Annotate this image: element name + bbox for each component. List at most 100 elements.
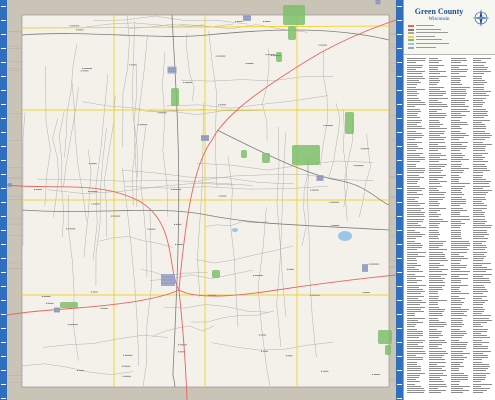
feature-marker xyxy=(309,294,311,296)
index-entry xyxy=(473,152,488,154)
index-entry xyxy=(451,154,466,156)
index-entry xyxy=(451,240,470,242)
index-entry xyxy=(473,262,491,264)
index-entry xyxy=(473,337,490,339)
feature-label xyxy=(124,375,132,377)
index-entry xyxy=(473,117,484,119)
index-entry xyxy=(407,75,423,77)
index-entry xyxy=(429,231,440,233)
index-entry xyxy=(473,328,488,330)
index-entry xyxy=(407,218,424,220)
scale-tick xyxy=(1,314,6,315)
index-entry xyxy=(473,317,489,319)
index-entry xyxy=(429,117,446,119)
index-entry xyxy=(407,326,416,328)
index-entry xyxy=(473,102,485,103)
index-entry xyxy=(429,176,443,178)
index-entry xyxy=(429,293,439,295)
index-entry xyxy=(429,60,443,62)
feature-label xyxy=(179,351,186,353)
legend-row xyxy=(408,28,468,31)
index-entry xyxy=(451,128,463,130)
index-entry xyxy=(473,355,488,356)
wall-map-screenshot: Green County Wisconsin xyxy=(0,0,495,400)
index-entry xyxy=(407,348,424,350)
index-entry xyxy=(451,209,467,211)
index-entry xyxy=(451,392,464,394)
feature-marker xyxy=(170,189,172,191)
index-entry xyxy=(407,172,425,174)
legend-panel: Green County Wisconsin xyxy=(403,0,495,400)
index-entry xyxy=(407,240,416,242)
index-entry xyxy=(473,201,483,202)
index-entry xyxy=(473,357,489,359)
index-entry xyxy=(429,374,447,376)
index-entry xyxy=(429,267,440,268)
index-entry xyxy=(407,236,423,238)
index-column xyxy=(473,58,493,396)
index-entry xyxy=(451,60,468,62)
index-entry xyxy=(407,80,419,81)
index-entry xyxy=(429,75,448,77)
index-entry xyxy=(451,236,462,238)
park-area xyxy=(378,330,392,344)
scale-tick xyxy=(1,272,6,273)
index-entry xyxy=(473,161,489,163)
index-entry xyxy=(451,379,468,381)
index-entry xyxy=(473,58,492,59)
index-entry xyxy=(429,168,442,169)
scale-tick xyxy=(397,286,402,287)
scale-tick xyxy=(1,384,6,385)
index-entry xyxy=(429,146,446,147)
index-entry xyxy=(407,328,417,330)
feature-marker xyxy=(69,25,71,27)
index-entry xyxy=(473,359,483,361)
index-entry xyxy=(407,216,425,218)
index-entry xyxy=(429,363,438,365)
feature-marker xyxy=(75,29,77,31)
index-entry xyxy=(473,366,491,367)
index-entry xyxy=(451,168,469,169)
index-entry xyxy=(473,141,483,143)
index-entry xyxy=(407,148,423,150)
index-entry xyxy=(451,315,468,317)
index-entry xyxy=(429,88,440,90)
index-entry xyxy=(451,172,464,174)
feature-marker xyxy=(218,195,220,197)
index-entry xyxy=(429,137,446,139)
index-entry xyxy=(407,66,423,68)
feature-label xyxy=(78,370,85,371)
index-entry xyxy=(451,260,462,262)
scale-tick xyxy=(1,174,6,175)
feature-marker xyxy=(91,203,93,205)
index-entry xyxy=(473,256,487,257)
index-entry xyxy=(429,341,448,343)
legend-label xyxy=(416,46,436,48)
index-entry xyxy=(451,157,463,158)
scale-tick xyxy=(1,146,6,147)
index-entry xyxy=(429,181,447,183)
scale-tick xyxy=(397,272,402,273)
scale-tick xyxy=(1,34,6,35)
index-entry xyxy=(451,77,461,79)
index-entry xyxy=(473,176,483,178)
index-entry xyxy=(451,86,470,88)
index-entry xyxy=(451,170,464,172)
index-entry xyxy=(451,333,467,334)
feature-marker xyxy=(321,370,323,372)
feature-label xyxy=(67,228,76,230)
index-entry xyxy=(407,264,421,266)
legend-label xyxy=(416,25,434,26)
county-map[interactable] xyxy=(7,0,396,400)
park-area xyxy=(212,270,220,278)
index-entry xyxy=(451,273,469,275)
feature-label xyxy=(139,124,148,126)
index-entry xyxy=(429,275,441,277)
index-entry xyxy=(473,209,483,211)
feature-label xyxy=(83,68,93,69)
index-entry xyxy=(429,139,445,141)
index-entry xyxy=(451,91,466,92)
scale-tick xyxy=(397,384,402,385)
index-column xyxy=(407,58,427,396)
feature-marker xyxy=(208,294,210,296)
